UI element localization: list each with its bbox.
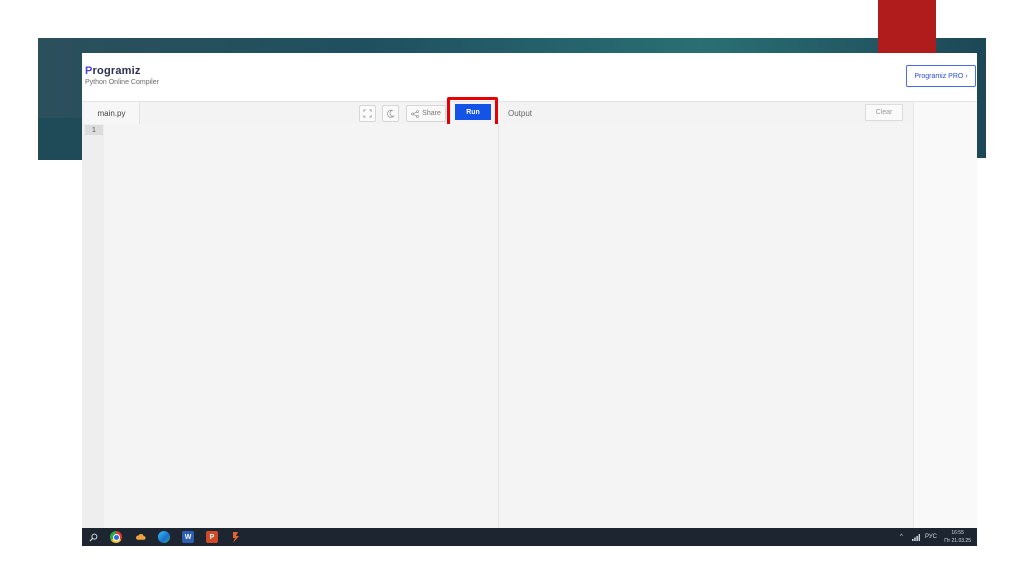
pinned-app-glyph: [233, 531, 239, 543]
programiz-pro-button[interactable]: Programiz PRO ›: [906, 65, 976, 87]
pinned-app-icon[interactable]: [230, 531, 242, 543]
share-button[interactable]: Share: [406, 105, 446, 122]
share-icon: [411, 109, 419, 118]
clock-date: Пт 21.03.25: [944, 538, 971, 544]
clock-time: 16:55: [951, 530, 964, 536]
line-number-gutter: 1: [82, 124, 104, 528]
search-glyph: [89, 533, 97, 541]
tab-main-py[interactable]: main.py: [84, 102, 140, 124]
cloud-app-icon[interactable]: [134, 531, 146, 543]
powerpoint-icon[interactable]: P: [206, 531, 218, 543]
fullscreen-icon: [363, 109, 372, 118]
editor-toolbar: main.py Share Run Output Clear: [82, 97, 977, 128]
slide-background-tail: [38, 118, 82, 160]
output-title: Output: [508, 108, 533, 118]
cloud-glyph: [135, 534, 146, 540]
logo-text: Programiz: [85, 65, 141, 77]
chrome-icon[interactable]: [110, 531, 122, 543]
logo-subtitle: Python Online Compiler: [85, 79, 159, 86]
clear-button[interactable]: Clear: [865, 104, 903, 121]
programiz-logo[interactable]: Programiz Python Online Compiler: [85, 65, 159, 86]
slide-red-accent: [878, 0, 936, 55]
tray-chevron-icon[interactable]: ^: [900, 528, 903, 546]
moon-icon: [387, 109, 395, 118]
line-number: 1: [85, 125, 103, 135]
right-side-rail: [913, 102, 977, 528]
header: Programiz Python Online Compiler Program…: [82, 53, 977, 102]
word-icon[interactable]: W: [182, 531, 194, 543]
windows-taskbar: W P ^ РУС 16:55 Пт 21.03.25: [82, 528, 977, 546]
share-label: Share: [422, 110, 441, 117]
language-indicator[interactable]: РУС: [925, 528, 937, 546]
code-editor[interactable]: [104, 124, 499, 528]
dark-mode-button[interactable]: [382, 105, 399, 122]
clock[interactable]: 16:55 Пт 21.03.25: [944, 529, 971, 545]
run-button[interactable]: Run: [455, 104, 491, 120]
fullscreen-button[interactable]: [359, 105, 376, 122]
output-panel: [499, 124, 913, 528]
browser-screenshot: Programiz Python Online Compiler Program…: [82, 53, 977, 528]
search-icon[interactable]: [87, 531, 99, 543]
network-glyph: [912, 533, 920, 541]
network-icon[interactable]: [912, 528, 920, 546]
edge-icon[interactable]: [158, 531, 170, 543]
